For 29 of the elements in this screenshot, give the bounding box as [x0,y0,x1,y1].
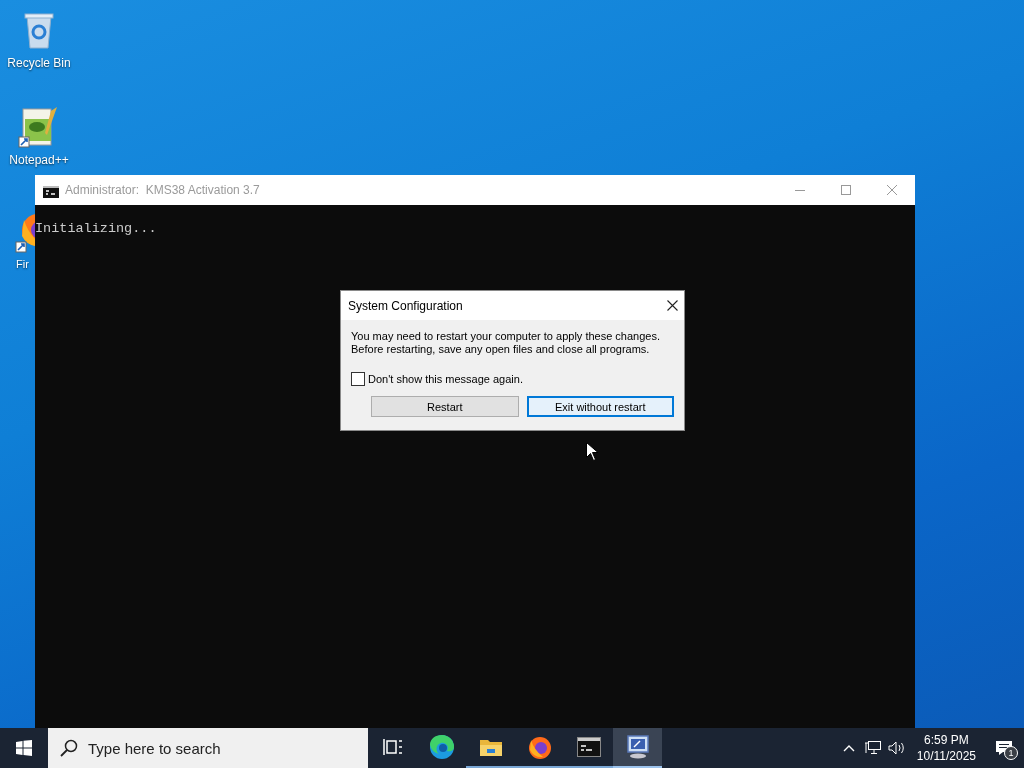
monitor-settings-icon [624,734,651,760]
dialog-button[interactable]: Exit without restart [526,396,674,417]
maximize-icon[interactable] [841,185,851,195]
console-icon [43,184,59,196]
console-output: Initializing... [35,221,158,236]
icon-label[interactable]: Recycle Bin [7,56,71,70]
console-icon [576,737,601,757]
task-view-icon [382,738,403,756]
taskbar-button[interactable] [613,728,662,768]
dialog-button[interactable]: Restart [371,396,519,417]
icon-label[interactable]: Fir [16,258,29,270]
checkbox-label[interactable]: Don't show this message again. [368,373,523,385]
message-text: You may need to restart your computer to apply these changes. [351,330,661,343]
search-field[interactable]: Type here to search [48,728,368,768]
notification-badge: 1 [1004,746,1018,760]
windows-logo-icon[interactable] [16,740,32,756]
folder-icon [478,737,503,757]
firefox-icon [526,734,553,760]
window-title: Administrator: KMS38 Activation 3.7 [65,183,261,197]
close-icon[interactable] [667,300,678,311]
search-icon [60,739,78,757]
cursor-icon [586,442,598,461]
message-text: Before restarting, save any open files and close all programs. [351,343,651,356]
clock-date[interactable]: 10/11/2025 [916,748,976,764]
clock-time[interactable]: 6:59 PM [924,732,969,748]
checkbox[interactable] [351,372,365,386]
icon-label[interactable]: Notepad++ [9,153,69,167]
edge-icon [428,734,455,760]
dialog-title: System Configuration [348,298,463,313]
